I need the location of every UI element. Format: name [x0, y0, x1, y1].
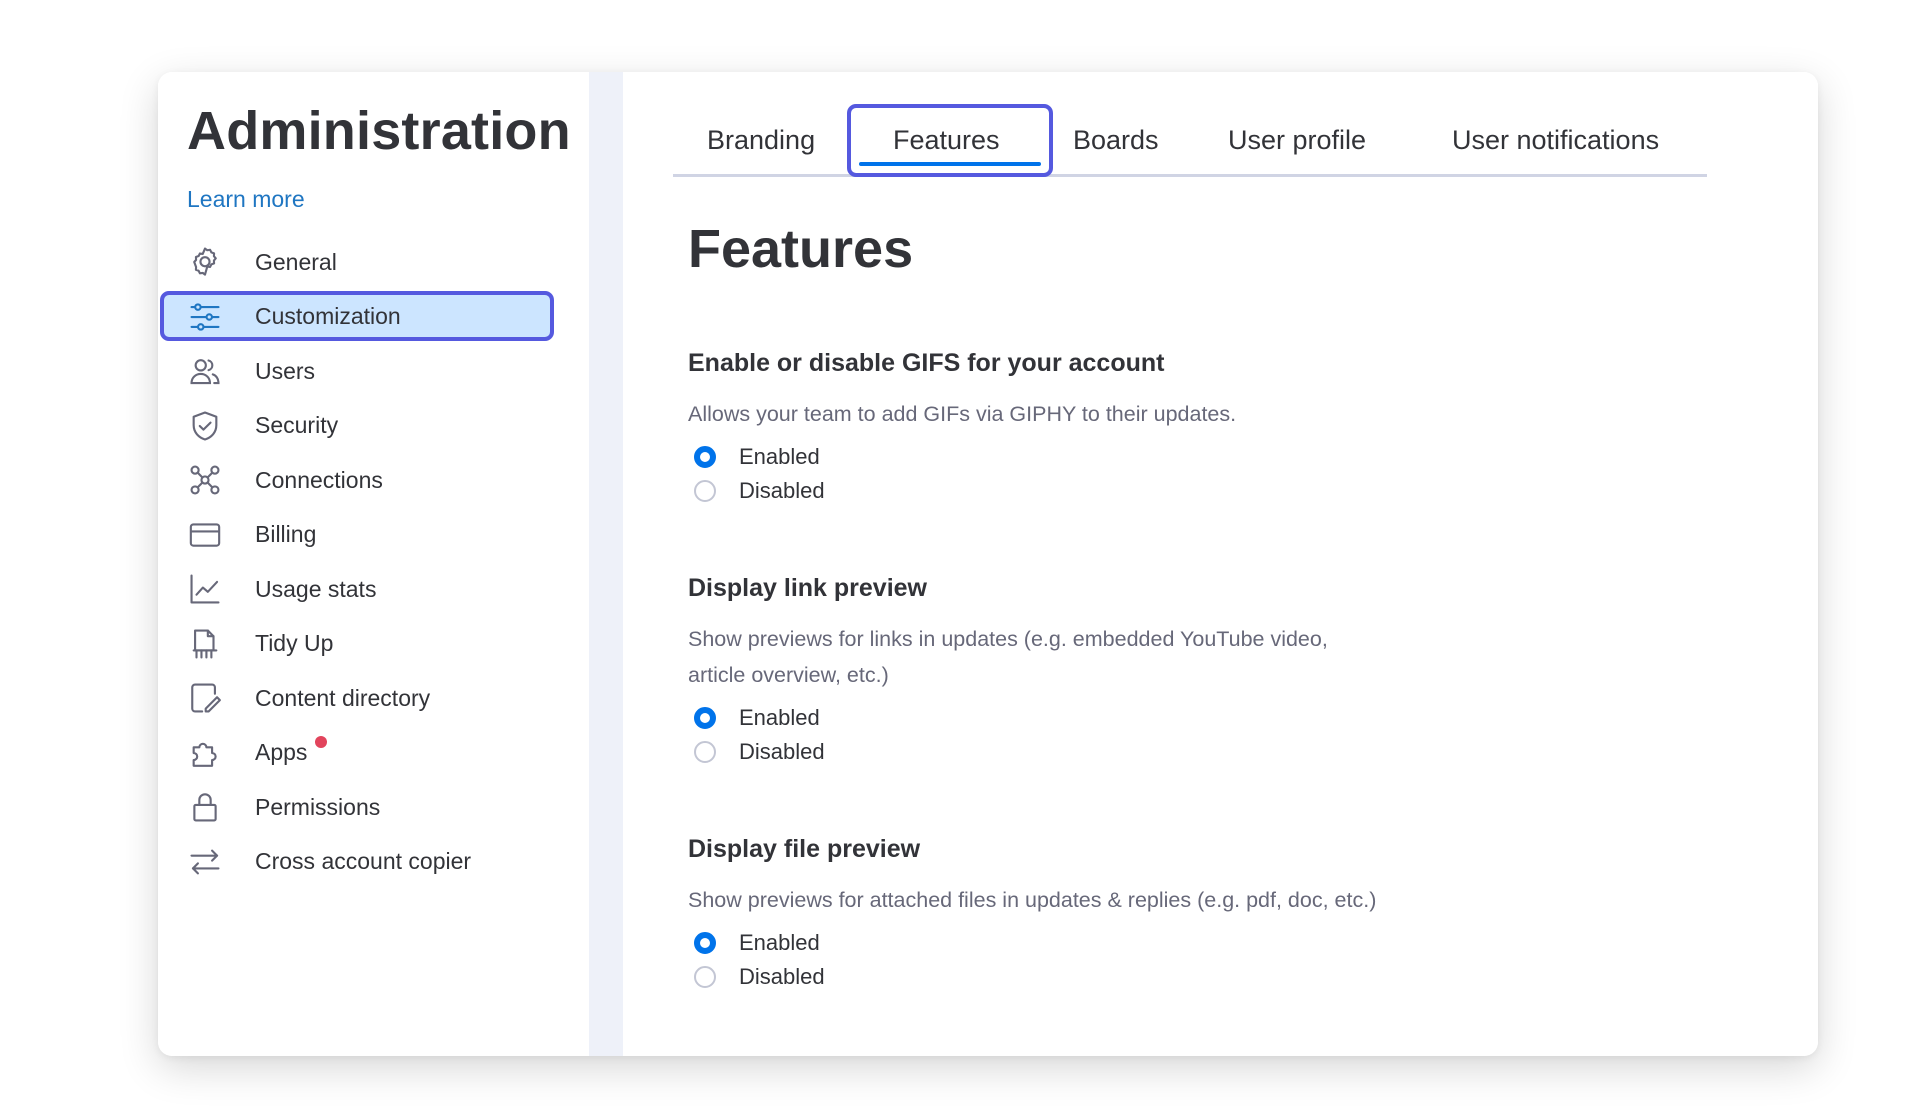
link-preview-enabled-option[interactable]: Enabled: [688, 701, 1388, 735]
sidebar-item-label: Content directory: [255, 684, 431, 711]
section-description: Allows your team to add GIFs via GIPHY t…: [688, 402, 1237, 426]
puzzle-icon: [188, 736, 222, 770]
sidebar-item-content-directory[interactable]: Content directory: [158, 671, 589, 726]
credit-card-icon: [188, 518, 222, 552]
active-tab-underline: [859, 162, 1041, 166]
sidebar-item-connections[interactable]: Connections: [158, 453, 589, 508]
radio-label: Disabled: [739, 478, 825, 503]
tab-user-profile[interactable]: User profile: [1228, 106, 1366, 174]
radio-button-checked[interactable]: [694, 932, 716, 954]
chart-icon: [188, 572, 222, 606]
gifs-disabled-option[interactable]: Disabled: [688, 474, 1388, 508]
sidebar-item-label: General: [255, 248, 337, 275]
sidebar-item-label: Security: [255, 412, 339, 439]
notification-dot: [315, 735, 327, 748]
sidebar-item-label: Usage stats: [255, 575, 377, 602]
panel-divider: [589, 72, 623, 1056]
tab-branding[interactable]: Branding: [707, 106, 815, 174]
sidebar-item-usage-stats[interactable]: Usage stats: [158, 562, 589, 617]
link-preview-setting-section: Display link preview Show previews for l…: [688, 574, 1388, 769]
tab-features[interactable]: Features: [847, 104, 1053, 177]
gifs-enabled-option[interactable]: Enabled: [688, 440, 1388, 474]
sidebar-item-label: Tidy Up: [255, 630, 334, 657]
radio-button[interactable]: [694, 480, 716, 502]
file-preview-radio-group: Enabled Disabled: [688, 926, 1388, 994]
connections-icon: [188, 463, 222, 497]
radio-label: Enabled: [739, 705, 820, 730]
link-preview-radio-group: Enabled Disabled: [688, 701, 1388, 769]
learn-more-link[interactable]: Learn more: [187, 186, 305, 213]
tab-label: Branding: [707, 124, 816, 155]
sidebar-title: Administration: [187, 101, 571, 161]
sidebar-nav: General Customization Users Security Con…: [158, 235, 589, 889]
section-title: Display file preview: [688, 835, 921, 863]
link-preview-disabled-option[interactable]: Disabled: [688, 735, 1388, 769]
radio-label: Disabled: [739, 739, 825, 764]
sidebar-item-label: Connections: [255, 466, 383, 493]
users-icon: [188, 354, 222, 388]
sidebar-item-label: Customization: [255, 303, 401, 330]
radio-button[interactable]: [694, 966, 716, 988]
broom-icon: [188, 627, 222, 661]
gifs-radio-group: Enabled Disabled: [688, 440, 1388, 508]
radio-button-checked[interactable]: [694, 707, 716, 729]
sidebar-item-label: Billing: [255, 521, 317, 548]
sidebar-item-label: Cross account copier: [255, 848, 472, 875]
sidebar-item-customization[interactable]: Customization: [158, 290, 589, 345]
tab-bar: Branding Features Boards User profile Us…: [673, 104, 1707, 177]
sidebar-item-label: Users: [255, 357, 316, 384]
tab-user-notifications[interactable]: User notifications: [1452, 106, 1659, 174]
sidebar-item-users[interactable]: Users: [158, 344, 589, 399]
tab-label: User notifications: [1452, 124, 1660, 155]
admin-window: Administration Learn more General Custom…: [158, 72, 1818, 1056]
sidebar-item-apps[interactable]: Apps: [158, 726, 589, 781]
active-tab-focus-ring: [847, 104, 1053, 177]
section-title: Display link preview: [688, 574, 927, 602]
tab-label: User profile: [1228, 124, 1367, 155]
sidebar-item-label: Apps: [255, 739, 308, 766]
sidebar-item-label: Permissions: [255, 793, 381, 820]
file-preview-setting-section: Display file preview Show previews for a…: [688, 835, 1388, 994]
lock-icon: [188, 790, 222, 824]
section-description: Show previews for links in updates (e.g.…: [688, 627, 1328, 687]
sidebar-item-billing[interactable]: Billing: [158, 508, 589, 563]
gear-icon: [188, 245, 222, 279]
sidebar-item-security[interactable]: Security: [158, 399, 589, 454]
radio-button[interactable]: [694, 741, 716, 763]
shield-icon: [188, 409, 222, 443]
sidebar-item-cross-account-copier[interactable]: Cross account copier: [158, 835, 589, 890]
section-title: Enable or disable GIFS for your account: [688, 349, 1165, 377]
section-description: Show previews for attached files in upda…: [688, 888, 1377, 912]
file-preview-enabled-option[interactable]: Enabled: [688, 926, 1388, 960]
sidebar-item-tidy-up[interactable]: Tidy Up: [158, 617, 589, 672]
radio-label: Enabled: [739, 930, 820, 955]
sliders-icon: [188, 300, 222, 334]
tab-label: Boards: [1073, 124, 1159, 155]
main-panel: Branding Features Boards User profile Us…: [623, 72, 1818, 1056]
sidebar-item-permissions[interactable]: Permissions: [158, 780, 589, 835]
edit-document-icon: [188, 681, 222, 715]
sidebar-item-general[interactable]: General: [158, 235, 589, 290]
radio-label: Enabled: [739, 444, 820, 469]
gifs-setting-section: Enable or disable GIFS for your account …: [688, 349, 1388, 508]
tab-boards[interactable]: Boards: [1073, 106, 1159, 174]
transfer-arrows-icon: [188, 845, 222, 879]
page-title: Features: [688, 219, 914, 279]
radio-button-checked[interactable]: [694, 446, 716, 468]
sidebar: Administration Learn more General Custom…: [158, 72, 589, 1056]
file-preview-disabled-option[interactable]: Disabled: [688, 960, 1388, 994]
radio-label: Disabled: [739, 964, 825, 989]
